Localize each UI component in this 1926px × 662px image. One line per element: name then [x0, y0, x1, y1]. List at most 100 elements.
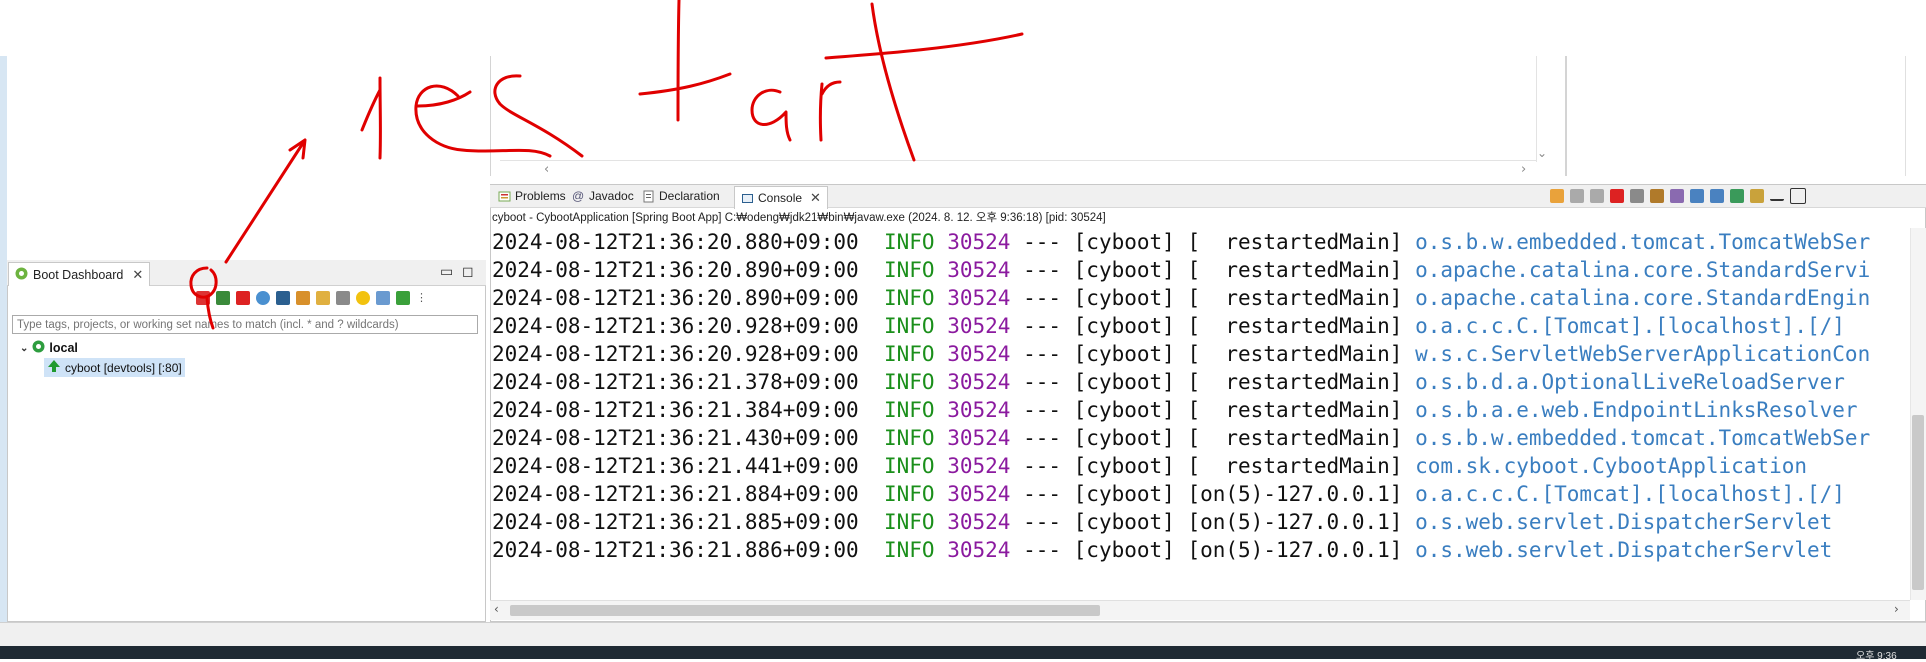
- open-console-icon[interactable]: [1750, 189, 1764, 203]
- chevron-left-icon[interactable]: ‹: [494, 602, 499, 616]
- scrollbar-thumb[interactable]: [510, 605, 1100, 616]
- expose-icon[interactable]: [296, 291, 310, 305]
- word-wrap-icon[interactable]: [1670, 189, 1684, 203]
- pin-icon[interactable]: [1550, 189, 1564, 203]
- tab-javadoc[interactable]: @ Javadoc: [572, 185, 634, 207]
- boot-dashboard-filter-input[interactable]: [12, 315, 478, 334]
- stop-icon[interactable]: [236, 291, 250, 305]
- tab-boot-dashboard[interactable]: Boot Dashboard ✕: [8, 262, 151, 286]
- tree-item-cyboot[interactable]: cyboot [devtools] [:80]: [44, 358, 185, 377]
- log-pid: 30524: [947, 286, 1011, 310]
- scrollbar-thumb[interactable]: [1912, 415, 1924, 590]
- running-arrow-icon: [47, 359, 61, 376]
- log-app-name: [cyboot]: [1073, 398, 1175, 422]
- spring-boot-icon: [32, 340, 45, 356]
- chevron-down-icon[interactable]: ⌄: [1537, 146, 1547, 160]
- log-logger: o.s.b.w.embedded.tomcat.TomcatWebSer: [1415, 230, 1871, 254]
- log-pid: 30524: [947, 342, 1011, 366]
- tab-label: Console: [758, 191, 803, 205]
- log-line: 2024-08-12T21:36:20.928+09:00 INFO 30524…: [492, 312, 1912, 340]
- log-separator: ---: [1023, 342, 1061, 366]
- log-separator: ---: [1023, 510, 1061, 534]
- open-console-icon[interactable]: [276, 291, 290, 305]
- log-separator: ---: [1023, 538, 1061, 562]
- tab-console[interactable]: Console ✕: [734, 186, 828, 209]
- editor-horizontal-scrollbar[interactable]: [500, 160, 1536, 176]
- log-timestamp: 2024-08-12T21:36:20.928+09:00: [492, 314, 859, 338]
- restart-icon[interactable]: [196, 291, 210, 305]
- taskbar-clock: 오후 9:36: [1856, 651, 1897, 662]
- maximize-icon[interactable]: [1790, 188, 1806, 204]
- log-thread: [ restartedMain]: [1187, 342, 1403, 366]
- properties-icon[interactable]: [336, 291, 350, 305]
- log-level: INFO: [883, 426, 935, 450]
- console-icon: [741, 192, 754, 205]
- declaration-icon: [642, 190, 655, 203]
- log-level: INFO: [883, 286, 935, 310]
- chevron-right-icon[interactable]: ›: [1521, 162, 1526, 177]
- log-line: 2024-08-12T21:36:21.885+09:00 INFO 30524…: [492, 508, 1912, 536]
- minimize-icon[interactable]: [1770, 191, 1784, 201]
- filter-icon[interactable]: [376, 291, 390, 305]
- log-app-name: [cyboot]: [1073, 286, 1175, 310]
- expand-chevron-icon[interactable]: ⌄: [20, 343, 28, 354]
- debug-restart-icon[interactable]: [216, 291, 230, 305]
- open-browser-icon[interactable]: [256, 291, 270, 305]
- log-separator: ---: [1023, 482, 1061, 506]
- log-line: 2024-08-12T21:36:20.890+09:00 INFO 30524…: [492, 256, 1912, 284]
- lightbulb-icon[interactable]: [356, 291, 370, 305]
- remove-all-icon[interactable]: [1590, 189, 1604, 203]
- console-output[interactable]: 2024-08-12T21:36:20.880+09:00 INFO 30524…: [492, 228, 1912, 598]
- log-level: INFO: [883, 398, 935, 422]
- add-icon[interactable]: [396, 291, 410, 305]
- log-app-name: [cyboot]: [1073, 370, 1175, 394]
- log-timestamp: 2024-08-12T21:36:21.885+09:00: [492, 510, 859, 534]
- tab-label: Declaration: [659, 189, 720, 203]
- windows-taskbar: [0, 646, 1926, 659]
- log-app-name: [cyboot]: [1073, 454, 1175, 478]
- tab-label: Boot Dashboard: [33, 267, 124, 282]
- tab-label: Problems: [515, 189, 566, 203]
- close-icon[interactable]: ✕: [810, 190, 821, 206]
- log-level: INFO: [883, 230, 935, 254]
- chevron-right-icon[interactable]: ›: [1894, 602, 1899, 616]
- tree-item-label: cyboot [devtools] [:80]: [65, 360, 182, 375]
- edit-icon[interactable]: [316, 291, 330, 305]
- more-icon[interactable]: ⋮: [416, 291, 430, 305]
- show-on-output-icon[interactable]: [1690, 189, 1704, 203]
- terminate-icon[interactable]: [1610, 189, 1624, 203]
- show-on-error-icon[interactable]: [1710, 189, 1724, 203]
- editor-area[interactable]: [490, 56, 1566, 176]
- log-line: 2024-08-12T21:36:21.886+09:00 INFO 30524…: [492, 536, 1912, 564]
- problems-icon: [498, 190, 511, 203]
- tab-declaration[interactable]: Declaration: [642, 185, 720, 207]
- log-timestamp: 2024-08-12T21:36:21.884+09:00: [492, 482, 859, 506]
- scroll-lock-icon[interactable]: [1650, 189, 1664, 203]
- log-app-name: [cyboot]: [1073, 482, 1175, 506]
- log-thread: [ restartedMain]: [1187, 258, 1403, 282]
- log-thread: [ restartedMain]: [1187, 286, 1403, 310]
- minimize-icon[interactable]: ▭: [440, 264, 453, 280]
- log-level: INFO: [883, 482, 935, 506]
- log-timestamp: 2024-08-12T21:36:21.430+09:00: [492, 426, 859, 450]
- status-bar: [0, 622, 1926, 646]
- annotation-letter-r: [360, 76, 382, 160]
- clear-console-icon[interactable]: [1630, 189, 1644, 203]
- log-level: INFO: [883, 370, 935, 394]
- remove-launch-icon[interactable]: [1570, 189, 1584, 203]
- log-pid: 30524: [947, 230, 1011, 254]
- log-logger: o.s.web.servlet.DispatcherServlet: [1415, 510, 1833, 534]
- log-pid: 30524: [947, 510, 1011, 534]
- log-thread: [ restartedMain]: [1187, 314, 1403, 338]
- log-app-name: [cyboot]: [1073, 538, 1175, 562]
- log-line: 2024-08-12T21:36:21.430+09:00 INFO 30524…: [492, 424, 1912, 452]
- log-logger: o.s.web.servlet.DispatcherServlet: [1415, 538, 1833, 562]
- log-logger: o.s.b.w.embedded.tomcat.TomcatWebSer: [1415, 426, 1871, 450]
- tab-problems[interactable]: Problems: [498, 185, 566, 207]
- boot-dashboard-toolbar: ⋮: [196, 289, 430, 307]
- close-icon[interactable]: ✕: [132, 267, 143, 283]
- chevron-left-icon[interactable]: ‹: [544, 162, 549, 177]
- tree-group-local[interactable]: ⌄ local: [20, 340, 78, 356]
- maximize-icon[interactable]: ◻: [462, 264, 474, 280]
- display-console-icon[interactable]: [1730, 189, 1744, 203]
